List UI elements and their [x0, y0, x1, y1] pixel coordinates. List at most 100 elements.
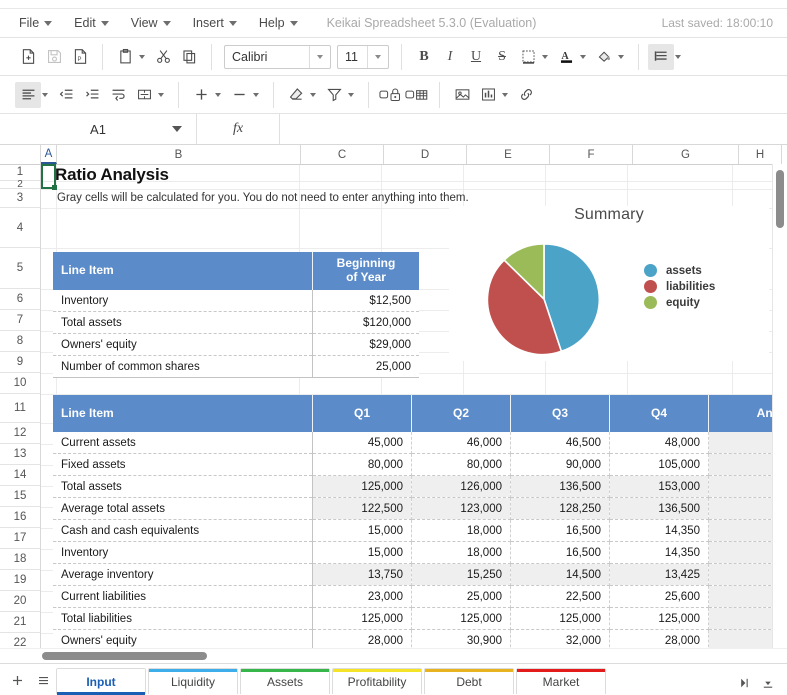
column-header-g[interactable]: G: [633, 145, 739, 164]
menu-view[interactable]: View: [122, 13, 180, 33]
font-name-select[interactable]: Calibri: [224, 45, 331, 69]
summary-chart[interactable]: Summary assets: [449, 206, 769, 361]
clear-icon[interactable]: [283, 82, 309, 108]
row-header-20[interactable]: 20: [0, 591, 40, 612]
row-header-3[interactable]: 3: [0, 189, 40, 208]
font-size-chevron-down-icon[interactable]: [367, 46, 388, 68]
new-file-icon[interactable]: [15, 44, 41, 70]
goto-last-sheet-icon[interactable]: [737, 676, 751, 690]
font-color-icon[interactable]: A: [553, 44, 579, 70]
chevron-down-icon[interactable]: [172, 126, 182, 132]
chevron-down-icon[interactable]: [42, 93, 48, 97]
strikethrough-icon[interactable]: S: [489, 44, 515, 70]
column-header-d[interactable]: •••D: [384, 145, 467, 164]
underline-icon[interactable]: U: [463, 44, 489, 70]
insert-image-icon[interactable]: [449, 82, 475, 108]
sheet-tab-debt[interactable]: Debt: [424, 668, 514, 694]
insert-chart-icon[interactable]: [475, 82, 501, 108]
vertical-scrollbar[interactable]: [772, 164, 787, 648]
gridlines-icon[interactable]: [404, 82, 430, 108]
row-header-12[interactable]: 12: [0, 423, 40, 444]
chevron-down-icon[interactable]: [348, 93, 354, 97]
column-header-a[interactable]: A: [41, 145, 57, 164]
chevron-down-icon[interactable]: [618, 55, 624, 59]
protect-sheet-icon[interactable]: [378, 82, 404, 108]
chevron-down-icon[interactable]: [675, 55, 681, 59]
table-row[interactable]: Inventory 15,000 18,000 16,500 14,350 $6…: [53, 542, 787, 564]
table-row[interactable]: Fixed assets 80,000 80,000 90,000 105,00…: [53, 454, 787, 476]
row-header-21[interactable]: 21: [0, 612, 40, 633]
sheet-tab-profitability[interactable]: Profitability: [332, 668, 422, 694]
bold-icon[interactable]: B: [411, 44, 437, 70]
chevron-down-icon[interactable]: [139, 55, 145, 59]
export-pdf-icon[interactable]: P: [67, 44, 93, 70]
row-header-18[interactable]: 18: [0, 549, 40, 570]
chevron-down-icon[interactable]: [502, 93, 508, 97]
row-header-22[interactable]: 22: [0, 633, 40, 648]
paste-icon[interactable]: [112, 44, 138, 70]
column-header-c[interactable]: •••C: [301, 145, 384, 164]
name-box[interactable]: A1: [0, 114, 197, 144]
insert-function-icon[interactable]: fx: [197, 114, 280, 144]
collapse-icon[interactable]: [761, 676, 775, 690]
decrease-indent-icon[interactable]: [53, 82, 79, 108]
row-header-2[interactable]: 2: [0, 181, 40, 189]
row-header-6[interactable]: 6: [0, 289, 40, 310]
sheet-tab-market[interactable]: Market: [516, 668, 606, 694]
table-row[interactable]: Owners' equity 28,000 30,900 32,000 28,0…: [53, 630, 787, 649]
chevron-down-icon[interactable]: [253, 93, 259, 97]
row-header-19[interactable]: 19: [0, 570, 40, 591]
chevron-down-icon[interactable]: [158, 93, 164, 97]
chevron-down-icon[interactable]: [215, 93, 221, 97]
italic-icon[interactable]: I: [437, 44, 463, 70]
borders-icon[interactable]: [515, 44, 541, 70]
row-header-16[interactable]: 16: [0, 507, 40, 528]
row-header-10[interactable]: 10: [0, 373, 40, 394]
font-name-chevron-down-icon[interactable]: [309, 46, 330, 68]
insert-link-icon[interactable]: [513, 82, 539, 108]
row-header-17[interactable]: 17: [0, 528, 40, 549]
row-header-5[interactable]: 5: [0, 248, 40, 289]
row-header-9[interactable]: 9: [0, 352, 40, 373]
table-row[interactable]: Current liabilities 23,000 25,000 22,500…: [53, 586, 787, 608]
column-header-e[interactable]: E: [467, 145, 550, 164]
wrap-text-icon[interactable]: [105, 82, 131, 108]
chevron-down-icon[interactable]: [580, 55, 586, 59]
select-all-corner[interactable]: [0, 145, 41, 164]
table-row[interactable]: Cash and cash equivalents 15,000 18,000 …: [53, 520, 787, 542]
column-header-b[interactable]: B: [57, 145, 301, 164]
table-row[interactable]: Average total assets 122,500 123,000 128…: [53, 498, 787, 520]
row-header-11[interactable]: 11: [0, 394, 40, 423]
cells-area[interactable]: Ratio Analysis Gray cells will be calcul…: [41, 164, 787, 648]
formula-input[interactable]: [280, 114, 787, 144]
sheet-tab-assets[interactable]: Assets: [240, 668, 330, 694]
row-header-13[interactable]: 13: [0, 444, 40, 465]
sheet-list-icon[interactable]: [30, 666, 56, 694]
filter-icon[interactable]: [321, 82, 347, 108]
increase-indent-icon[interactable]: [79, 82, 105, 108]
table-row[interactable]: Average inventory 13,750 15,250 14,500 1…: [53, 564, 787, 586]
add-sheet-icon[interactable]: [4, 666, 30, 694]
table-row[interactable]: Total liabilities 125,000 125,000 125,00…: [53, 608, 787, 630]
merge-cells-icon[interactable]: [131, 82, 157, 108]
row-header-7[interactable]: 7: [0, 310, 40, 331]
column-header-h[interactable]: H: [739, 145, 782, 164]
save-icon[interactable]: [41, 44, 67, 70]
menu-insert[interactable]: Insert: [184, 13, 246, 33]
sheet-tab-input[interactable]: Input: [56, 668, 146, 694]
cut-icon[interactable]: [150, 44, 176, 70]
sheet-tab-liquidity[interactable]: Liquidity: [148, 668, 238, 694]
table-row[interactable]: Owners' equity $29,000: [53, 334, 419, 356]
delete-icon[interactable]: [226, 82, 252, 108]
chevron-down-icon[interactable]: [542, 55, 548, 59]
horizontal-scrollbar[interactable]: [0, 648, 787, 663]
insert-icon[interactable]: [188, 82, 214, 108]
row-header-4[interactable]: 4: [0, 208, 40, 248]
row-header-14[interactable]: 14: [0, 465, 40, 486]
chevron-down-icon[interactable]: [310, 93, 316, 97]
copy-icon[interactable]: [176, 44, 202, 70]
text-align-icon[interactable]: [15, 82, 41, 108]
align-icon[interactable]: [648, 44, 674, 70]
table-row[interactable]: Current assets 45,000 46,000 46,500 48,0…: [53, 432, 787, 454]
column-header-f[interactable]: F: [550, 145, 633, 164]
